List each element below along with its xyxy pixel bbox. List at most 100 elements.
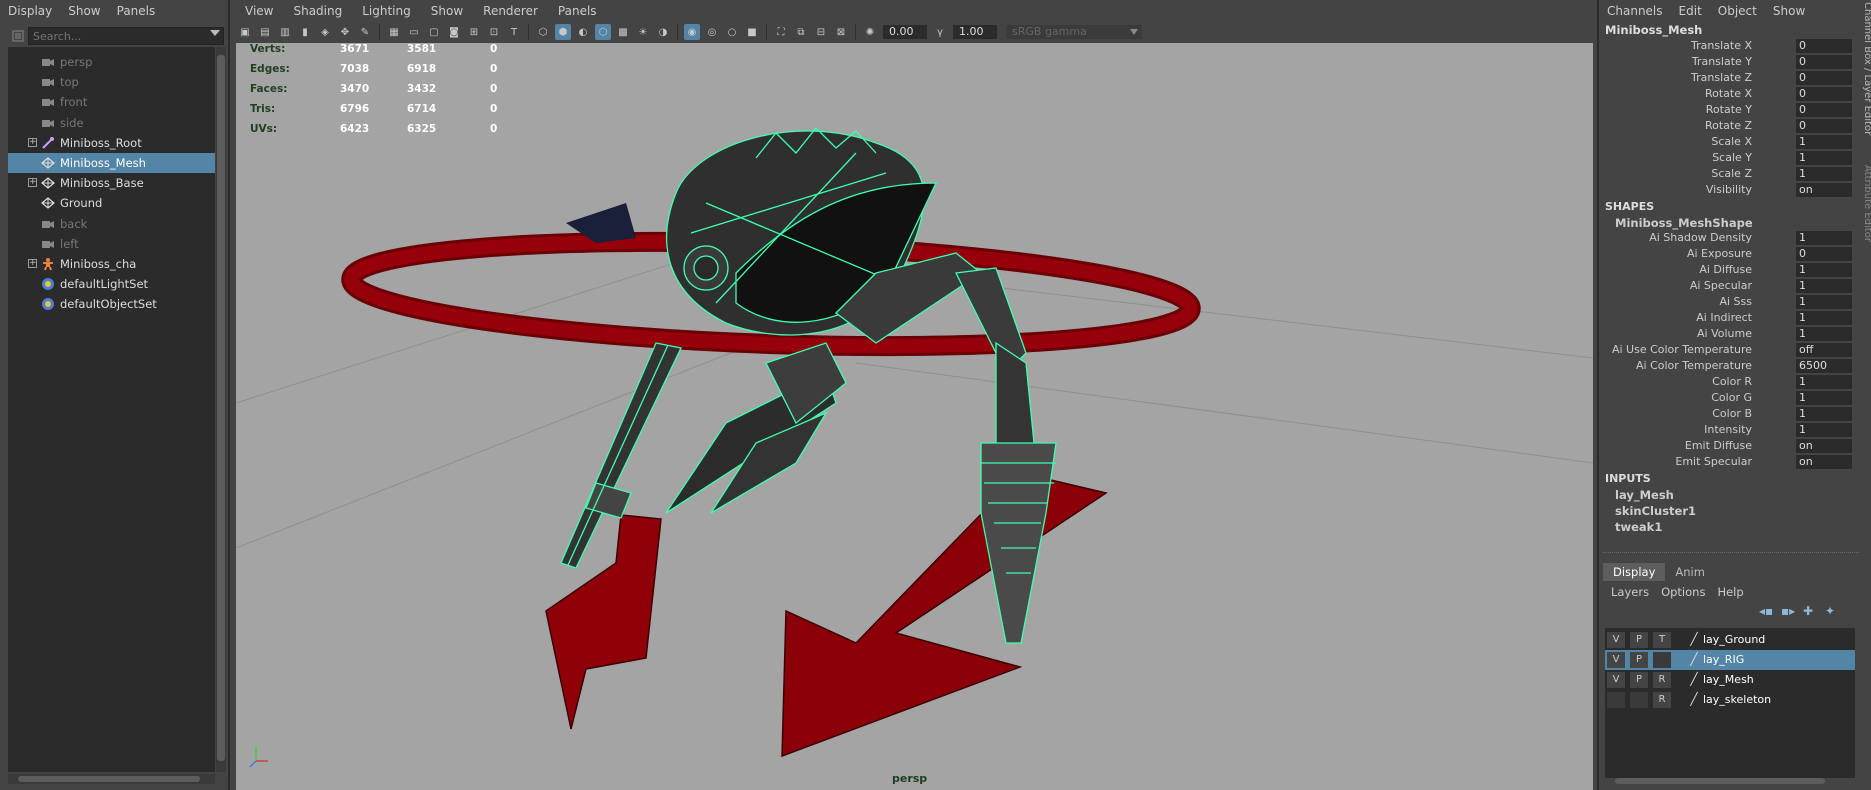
outliner-item[interactable]: defaultLightSet [8,274,215,294]
channel-name[interactable]: Scale Y [1712,151,1752,164]
channel-name[interactable]: Emit Diffuse [1685,439,1752,452]
channel-name[interactable]: Color G [1711,391,1752,404]
channel-row[interactable]: Emit Diffuse on [1599,438,1857,454]
channel-value-field[interactable]: 1 [1796,167,1852,181]
channel-value-field[interactable]: on [1796,183,1852,197]
outliner-item[interactable]: side [8,113,215,133]
viewport-menu-lighting[interactable]: Lighting [352,4,421,18]
input-node[interactable]: skinCluster1 [1615,504,1696,518]
edit-menu[interactable]: Edit [1671,4,1710,18]
perspective-viewport[interactable]: Verts: 3671 3581 0 Edges: 7038 6918 0 Faces: 3470… [236,43,1593,790]
layer-color-icon[interactable]: ╱ [1686,652,1702,668]
panel-splitter[interactable] [1603,552,1859,557]
input-node[interactable]: lay_Mesh [1615,488,1674,502]
channel-row[interactable]: Rotate Z 0 [1599,118,1857,134]
gate-mask-icon[interactable]: ◙ [446,24,462,40]
channel-value-field[interactable]: off [1796,343,1852,357]
bookmarks-icon[interactable]: ▥ [277,24,293,40]
use-all-lights-icon[interactable]: ☀ [635,24,651,40]
channel-value-field[interactable]: 0 [1796,247,1852,261]
exposure-field[interactable]: 0.00 [883,25,927,39]
tab-anim[interactable]: Anim [1665,563,1715,581]
expand-icon[interactable]: + [28,137,37,147]
expand-icon[interactable]: + [28,259,37,268]
layer-row[interactable]: R ╱ lay_skeleton [1605,690,1855,710]
layer-row[interactable]: V P R ╱ lay_Mesh [1605,670,1855,690]
layer-playback-toggle[interactable]: P [1630,652,1648,668]
options-menu[interactable]: Options [1655,585,1711,599]
channel-name[interactable]: Scale Z [1711,167,1752,180]
shadows-icon[interactable]: ◑ [655,24,671,40]
layers-menu[interactable]: Layers [1605,585,1655,599]
layer-playback-toggle[interactable] [1630,692,1648,708]
channel-value-field[interactable]: 1 [1796,231,1852,245]
film-gate-icon[interactable]: ▭ [406,24,422,40]
channel-name[interactable]: Ai Use Color Temperature [1612,343,1752,356]
channel-name[interactable]: Rotate X [1705,87,1752,100]
layer-visibility-toggle[interactable] [1607,692,1625,708]
new-layer-from-selected-icon[interactable]: ✦ [1825,604,1847,618]
channel-value-field[interactable]: 1 [1796,135,1852,149]
channel-value-field[interactable]: 1 [1796,311,1852,325]
channel-name[interactable]: Translate X [1691,39,1752,52]
safe-action-icon[interactable]: ⊡ [486,24,502,40]
channel-name[interactable]: Ai Shadow Density [1649,231,1752,244]
channel-row[interactable]: Translate Z 0 [1599,70,1857,86]
isolate-select-icon[interactable]: ■ [744,24,760,40]
channel-value-field[interactable]: 0 [1796,87,1852,101]
expand-icon[interactable]: + [28,178,37,188]
channel-name[interactable]: Rotate Z [1705,119,1752,132]
field-chart-icon[interactable]: ⊞ [466,24,482,40]
layer-color-icon[interactable]: ╱ [1686,672,1702,688]
channel-row[interactable]: Intensity 1 [1599,422,1857,438]
outliner-item[interactable]: Miniboss_Mesh [8,153,215,173]
outliner-menu-display[interactable]: Display [0,4,60,18]
smooth-shade-icon[interactable]: ⬢ [555,24,571,40]
channel-name[interactable]: Ai Diffuse [1699,263,1752,276]
channel-row[interactable]: Scale Z 1 [1599,166,1857,182]
layer-name[interactable]: lay_RIG [1703,653,1744,666]
channel-value-field[interactable]: 0 [1796,103,1852,117]
channel-row[interactable]: Ai Shadow Density 1 [1599,230,1857,246]
layer-visibility-toggle[interactable]: V [1607,672,1625,688]
camera-attributes-icon[interactable]: ▤ [257,24,273,40]
2d-pan-zoom-icon[interactable]: ✥ [337,24,353,40]
wireframe-icon[interactable]: ⬡ [535,24,551,40]
gamma-icon[interactable]: γ [932,24,948,40]
channel-name[interactable]: Rotate Y [1706,103,1752,116]
channel-row[interactable]: Ai Specular 1 [1599,278,1857,294]
channel-row[interactable]: Ai Use Color Temperature off [1599,342,1857,358]
channel-name[interactable]: Ai Exposure [1687,247,1752,260]
scrollbar-thumb[interactable] [217,55,225,761]
layer-row[interactable]: V P ╱ lay_RIG [1605,650,1855,670]
layer-display-type-toggle[interactable]: T [1653,632,1671,648]
object-menu[interactable]: Object [1710,4,1765,18]
wireframe-on-shaded-icon[interactable]: ⬡ [595,24,611,40]
channel-value-field[interactable]: on [1796,439,1852,453]
select-camera-icon[interactable]: ▣ [237,24,253,40]
channel-value-field[interactable]: 0 [1796,55,1852,69]
default-material-icon[interactable]: ◐ [575,24,591,40]
new-layer-icon[interactable]: ✚ [1803,604,1825,618]
channel-row[interactable]: Translate Y 0 [1599,54,1857,70]
layer-name[interactable]: lay_Mesh [1703,673,1754,686]
channel-name[interactable]: Visibility [1706,183,1752,196]
channel-value-field[interactable]: 0 [1796,119,1852,133]
channel-row[interactable]: Color R 1 [1599,374,1857,390]
channel-value-field[interactable]: 1 [1796,279,1852,293]
layer-playback-toggle[interactable]: P [1630,632,1648,648]
search-options-chevron-icon[interactable] [210,30,220,36]
layer-name[interactable]: lay_Ground [1703,633,1765,646]
tab-display[interactable]: Display [1603,563,1666,581]
depth-of-field-icon[interactable]: ⊠ [833,24,849,40]
viewport-menu-panels[interactable]: Panels [548,4,607,18]
channel-row[interactable]: Translate X 0 [1599,38,1857,54]
channel-value-field[interactable]: 1 [1796,375,1852,389]
channel-name[interactable]: Ai Specular [1690,279,1752,292]
channel-value-field[interactable]: 0 [1796,39,1852,53]
channel-row[interactable]: Color G 1 [1599,390,1857,406]
exposure-icon[interactable]: ✺ [862,24,878,40]
channel-value-field[interactable]: 1 [1796,327,1852,341]
layer-display-type-toggle[interactable]: R [1653,672,1671,688]
ambient-occlusion-icon[interactable]: ⛶ [773,24,789,40]
